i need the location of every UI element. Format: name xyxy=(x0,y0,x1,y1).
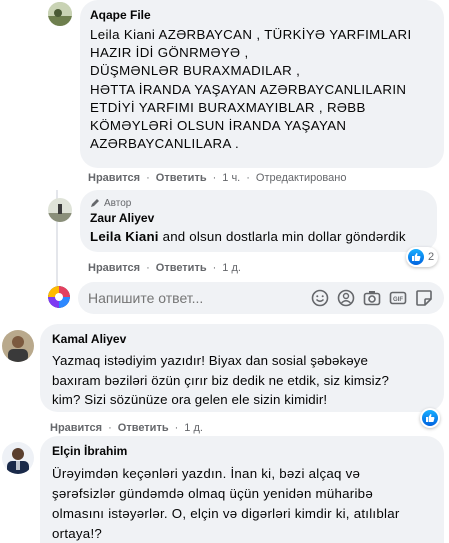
separator: · xyxy=(146,172,150,184)
comment-bubble: Aqape File Leila Kiani AZƏRBAYCAN , TÜRK… xyxy=(80,0,444,168)
avatar[interactable] xyxy=(2,442,34,474)
pencil-icon xyxy=(91,199,99,207)
avatar-image xyxy=(48,2,72,26)
reaction-badge[interactable]: 2 xyxy=(406,247,439,267)
comment-actions: Нравится · Ответить · 1 д. xyxy=(88,260,241,276)
like-button[interactable]: Нравится xyxy=(88,262,140,274)
comment-text: Leila Kiani and olsun dostlarla min doll… xyxy=(90,228,427,246)
timestamp[interactable]: 1 д. xyxy=(184,422,203,434)
reply-toolbar: GIF xyxy=(304,288,434,308)
comment-text: Leila Kiani AZƏRBAYCAN , TÜRKİYƏ YARFIML… xyxy=(90,27,412,152)
avatar-image xyxy=(2,442,34,474)
timestamp[interactable]: 1 ч. xyxy=(222,172,240,184)
reply-input-box[interactable]: GIF xyxy=(78,282,444,314)
avatar-image xyxy=(2,330,34,362)
comment-text: Yazmaq istədiyim yazıdır! Biyax dan sosi… xyxy=(52,353,389,407)
camera-icon[interactable] xyxy=(362,288,382,308)
author-badge-label: Автор xyxy=(104,197,132,209)
comment-actions: Нравится · Ответить · 1 д. xyxy=(50,420,203,436)
avatar[interactable] xyxy=(48,198,72,222)
emoji-icon[interactable] xyxy=(310,288,330,308)
separator: · xyxy=(246,172,250,184)
like-button[interactable]: Нравится xyxy=(88,172,140,184)
comment-bubble: Kamal Aliyev Yazmaq istədiyim yazıdır! B… xyxy=(40,324,444,412)
svg-text:GIF: GIF xyxy=(393,297,403,303)
author-badge: Автор xyxy=(90,196,427,210)
comment-author[interactable]: Zaur Aliyev xyxy=(90,211,427,225)
avatar-sticker-icon[interactable] xyxy=(336,288,356,308)
avatar[interactable] xyxy=(2,330,34,362)
comment-bubble: Elçin İbrahim Ürəyimdən keçənləri yazdın… xyxy=(40,436,444,543)
reply-button[interactable]: Ответить xyxy=(156,262,207,274)
like-reaction-icon xyxy=(408,249,424,265)
reply-button[interactable]: Ответить xyxy=(156,172,207,184)
separator: · xyxy=(146,262,150,274)
comment-text-body: and olsun dostlarla min dollar göndərdik xyxy=(158,229,406,244)
edited-label[interactable]: Отредактировано xyxy=(256,172,347,184)
sticker-icon[interactable] xyxy=(414,288,434,308)
timestamp[interactable]: 1 д. xyxy=(222,262,241,274)
reaction-count: 2 xyxy=(428,251,435,263)
separator: · xyxy=(174,422,179,434)
reaction-badge[interactable] xyxy=(420,408,440,428)
comment-actions: Нравится · Ответить · 1 ч. · Отредактиро… xyxy=(88,170,346,186)
comment-bubble: Автор Zaur Aliyev Leila Kiani and olsun … xyxy=(80,190,437,252)
like-button[interactable]: Нравится xyxy=(50,422,102,434)
mention-link[interactable]: Leila Kiani xyxy=(90,229,159,244)
separator: · xyxy=(212,172,217,184)
avatar-image xyxy=(48,198,72,222)
comment-author[interactable]: Aqape File xyxy=(90,8,434,22)
avatar[interactable] xyxy=(48,2,72,26)
comment-author[interactable]: Elçin İbrahim xyxy=(52,444,432,458)
like-reaction-icon xyxy=(422,410,438,426)
separator: · xyxy=(108,422,112,434)
comment-text: Ürəyimdən keçənləri yazdın. İnan ki, bəz… xyxy=(52,466,400,541)
separator: · xyxy=(212,262,217,274)
current-user-avatar xyxy=(48,286,70,308)
reply-input[interactable] xyxy=(88,290,304,306)
gif-icon[interactable]: GIF xyxy=(388,288,408,308)
avatar-image xyxy=(48,286,70,308)
reply-button[interactable]: Ответить xyxy=(118,422,169,434)
comment-author[interactable]: Kamal Aliyev xyxy=(52,332,432,346)
